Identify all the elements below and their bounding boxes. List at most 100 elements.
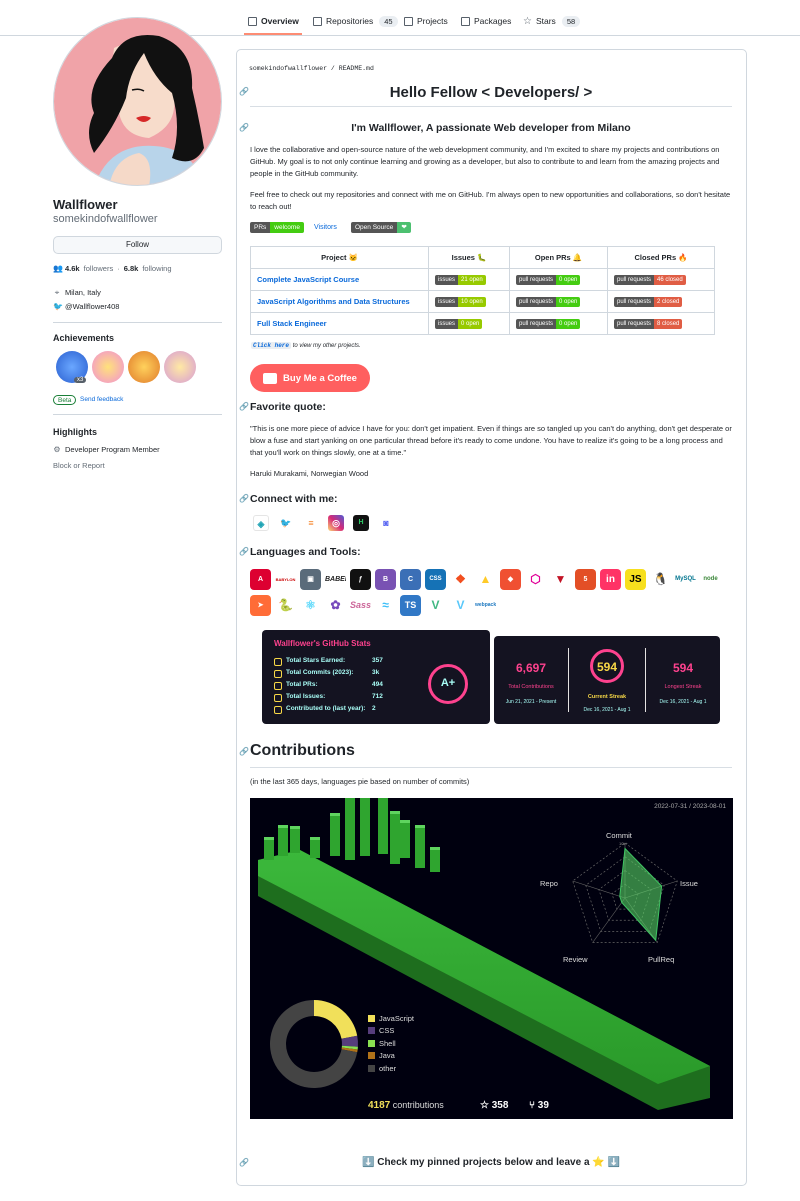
- css3-icon[interactable]: CSS: [425, 569, 446, 590]
- redux-icon[interactable]: ✿: [325, 595, 346, 616]
- anchor-link-icon[interactable]: 🔗: [239, 747, 249, 756]
- open-prs-badge[interactable]: pull requests 0 open: [516, 297, 581, 307]
- anchor-link-icon[interactable]: 🔗: [239, 123, 249, 132]
- typescript-icon[interactable]: TS: [400, 595, 421, 616]
- contrib-tower-side: [415, 828, 425, 868]
- legend-swatch: [368, 1014, 375, 1022]
- open-prs-badge[interactable]: pull requests 0 open: [516, 275, 581, 285]
- tab-repositories[interactable]: Repositories 45: [313, 9, 398, 33]
- badge-label: pull requests: [614, 275, 655, 285]
- issues-badge[interactable]: issues 10 open: [435, 297, 486, 307]
- send-feedback-link[interactable]: Send feedback: [80, 396, 123, 403]
- followers-label[interactable]: followers: [84, 264, 114, 273]
- project-link[interactable]: Complete JavaScript Course: [250, 268, 429, 291]
- issues-badge[interactable]: issues 0 open: [435, 319, 483, 329]
- closed-prs-badge[interactable]: pull requests 46 closed: [614, 275, 686, 285]
- instagram-icon[interactable]: ◎: [328, 515, 344, 531]
- project-link[interactable]: JavaScript Algorithms and Data Structure…: [250, 290, 429, 313]
- current-streak-label: Current Streak: [587, 694, 627, 700]
- project-link[interactable]: Full Stack Engineer: [250, 312, 429, 335]
- figma-icon[interactable]: ❖: [450, 569, 471, 590]
- achievement-badge-quickdraw[interactable]: [128, 351, 160, 383]
- babylon-icon[interactable]: BABYLON: [275, 569, 296, 590]
- stats-row: Total PRs: 494: [274, 681, 383, 690]
- stats-label: Total Commits (2023):: [274, 669, 372, 678]
- open-source-badge[interactable]: Open Source ❤: [351, 222, 411, 233]
- bootstrap-icon[interactable]: B: [375, 569, 396, 590]
- react-icon[interactable]: ⚛: [300, 595, 321, 616]
- achievement-badge-pair-extraordinaire[interactable]: [164, 351, 196, 383]
- stats-value: 494: [372, 681, 383, 688]
- stats-label: Total PRs:: [274, 681, 372, 690]
- anchor-link-icon[interactable]: 🔗: [239, 1158, 249, 1167]
- column-header: Open PRs 🔔: [509, 246, 608, 269]
- sass-icon[interactable]: Sass: [350, 595, 371, 616]
- achievements-heading[interactable]: Achievements: [53, 333, 114, 343]
- tab-overview[interactable]: Overview: [248, 9, 299, 33]
- divider: [53, 322, 222, 323]
- tab-packages[interactable]: Packages: [461, 9, 511, 33]
- twitter-icon: 🐦: [53, 301, 63, 311]
- mysql-icon[interactable]: MySQL: [675, 569, 696, 590]
- followers-count[interactable]: 4.6k: [65, 264, 80, 273]
- click-here-text: to view my other projects.: [292, 343, 361, 349]
- anchor-link-icon[interactable]: 🔗: [239, 494, 249, 503]
- connect-heading: Connect with me:: [250, 493, 338, 505]
- avatar[interactable]: [53, 17, 222, 186]
- stackoverflow-icon[interactable]: ≡: [303, 515, 319, 531]
- babel-icon[interactable]: BABEL: [325, 569, 346, 590]
- hackerrank-icon[interactable]: H: [353, 515, 369, 531]
- invision-icon[interactable]: in: [600, 569, 621, 590]
- badge-label: PRs: [250, 222, 271, 233]
- discord-icon[interactable]: ◙: [378, 515, 394, 531]
- buy-me-a-coffee-button[interactable]: Buy Me a Coffee: [250, 364, 370, 392]
- anchor-link-icon[interactable]: 🔗: [239, 402, 249, 411]
- readme-path-file[interactable]: README.md: [339, 65, 374, 72]
- contrib-tower-top: [330, 813, 340, 816]
- following-label[interactable]: following: [142, 264, 171, 273]
- twitter-icon[interactable]: 🐦: [278, 515, 294, 531]
- anchor-link-icon[interactable]: 🔗: [239, 547, 249, 556]
- git-icon[interactable]: ◆: [500, 569, 521, 590]
- tab-projects[interactable]: Projects: [404, 9, 448, 33]
- firebase-icon[interactable]: ▲: [475, 569, 496, 590]
- blender-icon[interactable]: ƒ: [350, 569, 371, 590]
- tab-stars[interactable]: ☆ Stars 58: [523, 9, 581, 33]
- readme-path-user[interactable]: somekindofwallflower: [249, 65, 327, 72]
- legend-item: Java: [368, 1050, 414, 1063]
- gulp-icon[interactable]: ▼: [550, 569, 571, 590]
- open-prs-badge[interactable]: pull requests 0 open: [516, 319, 581, 329]
- location-line: ⌖ Milan, Italy: [53, 288, 101, 297]
- codesandbox-icon[interactable]: ◈: [253, 515, 269, 531]
- backbone-icon[interactable]: ▣: [300, 569, 321, 590]
- vuejs-icon[interactable]: V: [425, 595, 446, 616]
- html5-icon[interactable]: 5: [575, 569, 596, 590]
- closed-prs-badge[interactable]: pull requests 2 closed: [614, 297, 683, 307]
- c-icon[interactable]: C: [400, 569, 421, 590]
- issues-badge[interactable]: issues 21 open: [435, 275, 486, 285]
- following-count[interactable]: 6.8k: [124, 264, 139, 273]
- anchor-link-icon[interactable]: 🔗: [239, 87, 249, 96]
- angular-icon[interactable]: A: [250, 569, 271, 590]
- follow-button[interactable]: Follow: [53, 236, 222, 254]
- prs-welcome-badge[interactable]: PRs welcome: [250, 222, 304, 233]
- vuetify-icon[interactable]: V: [450, 595, 471, 616]
- click-here-link[interactable]: Click here: [251, 342, 292, 349]
- linux-icon[interactable]: 🐧: [650, 569, 671, 590]
- contrib-tower-top: [278, 825, 288, 828]
- closed-prs-badge[interactable]: pull requests 8 closed: [614, 319, 683, 329]
- pie-slice: [314, 1000, 358, 1039]
- block-report-link[interactable]: Block or Report: [53, 461, 105, 470]
- twitter-handle[interactable]: @Wallflower408: [65, 302, 119, 311]
- tailwind-icon[interactable]: ≈: [375, 595, 396, 616]
- graphql-icon[interactable]: ⬡: [525, 569, 546, 590]
- contrib-tower-top: [390, 811, 400, 814]
- followers-line: 👥 4.6k followers · 6.8k following: [53, 264, 172, 273]
- python-icon[interactable]: 🐍: [275, 595, 296, 616]
- nodejs-icon[interactable]: node: [700, 569, 721, 590]
- javascript-icon[interactable]: JS: [625, 569, 646, 590]
- achievement-badge-yolo[interactable]: [92, 351, 124, 383]
- postman-icon[interactable]: ➤: [250, 595, 271, 616]
- webpack-icon[interactable]: webpack: [475, 595, 496, 616]
- visitors-badge[interactable]: Visitors: [314, 224, 337, 231]
